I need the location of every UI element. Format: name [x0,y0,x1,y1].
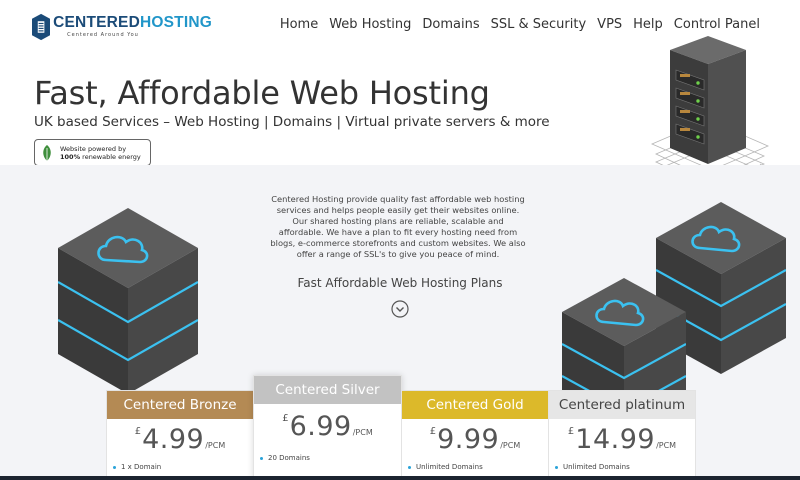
nav-ssl-security[interactable]: SSL & Security [491,17,587,32]
plan-price: £ 6.99 /PCM [254,411,401,442]
hero-title: Fast, Affordable Web Hosting [34,74,490,112]
plan-price: £ 9.99 /PCM [402,424,548,455]
price-amount: 14.99 [575,424,656,455]
currency-symbol: £ [429,426,437,437]
brand-name-part1: CENTERED [53,14,140,31]
hero-subtitle: UK based Services – Web Hosting | Domain… [34,114,550,130]
price-amount: 4.99 [142,424,205,455]
nav-vps[interactable]: VPS [597,17,622,32]
price-amount: 6.99 [289,411,352,442]
server-logo-icon [32,13,51,41]
plan-card-bronze[interactable]: Centered Bronze £ 4.99 /PCM 1 x Domain [106,390,254,480]
plan-feature: Unlimited Domains [549,463,695,471]
currency-symbol: £ [567,426,575,437]
plan-price: £ 4.99 /PCM [107,424,253,455]
cloud-server-cube-left [58,208,198,394]
plan-name: Centered platinum [549,391,695,419]
price-amount: 9.99 [437,424,500,455]
price-period: /PCM [656,441,677,450]
nav-control-panel[interactable]: Control Panel [674,17,760,32]
eco-badge: Website powered by 100% renewable energy [34,139,151,166]
nav-help[interactable]: Help [633,17,663,32]
plan-card-gold[interactable]: Centered Gold £ 9.99 /PCM Unlimited Doma… [401,390,549,480]
eco-badge-line1: Website powered by [60,144,127,153]
plan-feature: Unlimited Domains [402,463,548,471]
plan-price: £ 14.99 /PCM [549,424,695,455]
plan-card-silver[interactable]: Centered Silver £ 6.99 /PCM 20 Domains [253,375,402,480]
currency-symbol: £ [282,413,289,424]
plan-name: Centered Silver [254,376,401,404]
site-logo[interactable]: CENTEREDHOSTING Centered Around You [32,10,212,44]
leaf-icon [43,144,51,161]
price-period: /PCM [352,428,373,437]
nav-domains[interactable]: Domains [422,17,479,32]
currency-symbol: £ [134,426,142,437]
chevron-down-icon[interactable] [391,300,409,318]
plan-name: Centered Gold [402,391,548,419]
plan-feature: 20 Domains [254,454,401,462]
brand-tagline: Centered Around You [67,32,139,38]
plan-card-platinum[interactable]: Centered platinum £ 14.99 /PCM Unlimited… [548,390,696,480]
plan-name: Centered Bronze [107,391,253,419]
main-nav: Home Web Hosting Domains SSL & Security … [280,17,760,32]
brand-name-part2: HOSTING [139,14,212,31]
price-period: /PCM [205,441,226,450]
nav-home[interactable]: Home [280,17,318,32]
plans-title: Fast Affordable Web Hosting Plans [297,276,503,290]
site-header: CENTEREDHOSTING Centered Around You Home… [0,0,800,197]
eco-badge-percent: 100% [60,152,81,161]
bottom-edge-bar [0,476,800,480]
nav-web-hosting[interactable]: Web Hosting [329,17,411,32]
intro-text: Centered Hosting provide quality fast af… [270,194,526,260]
brand-name: CENTEREDHOSTING [53,15,212,31]
eco-badge-line2: renewable energy [80,152,141,161]
price-period: /PCM [500,441,521,450]
plan-feature: 1 x Domain [107,463,253,471]
